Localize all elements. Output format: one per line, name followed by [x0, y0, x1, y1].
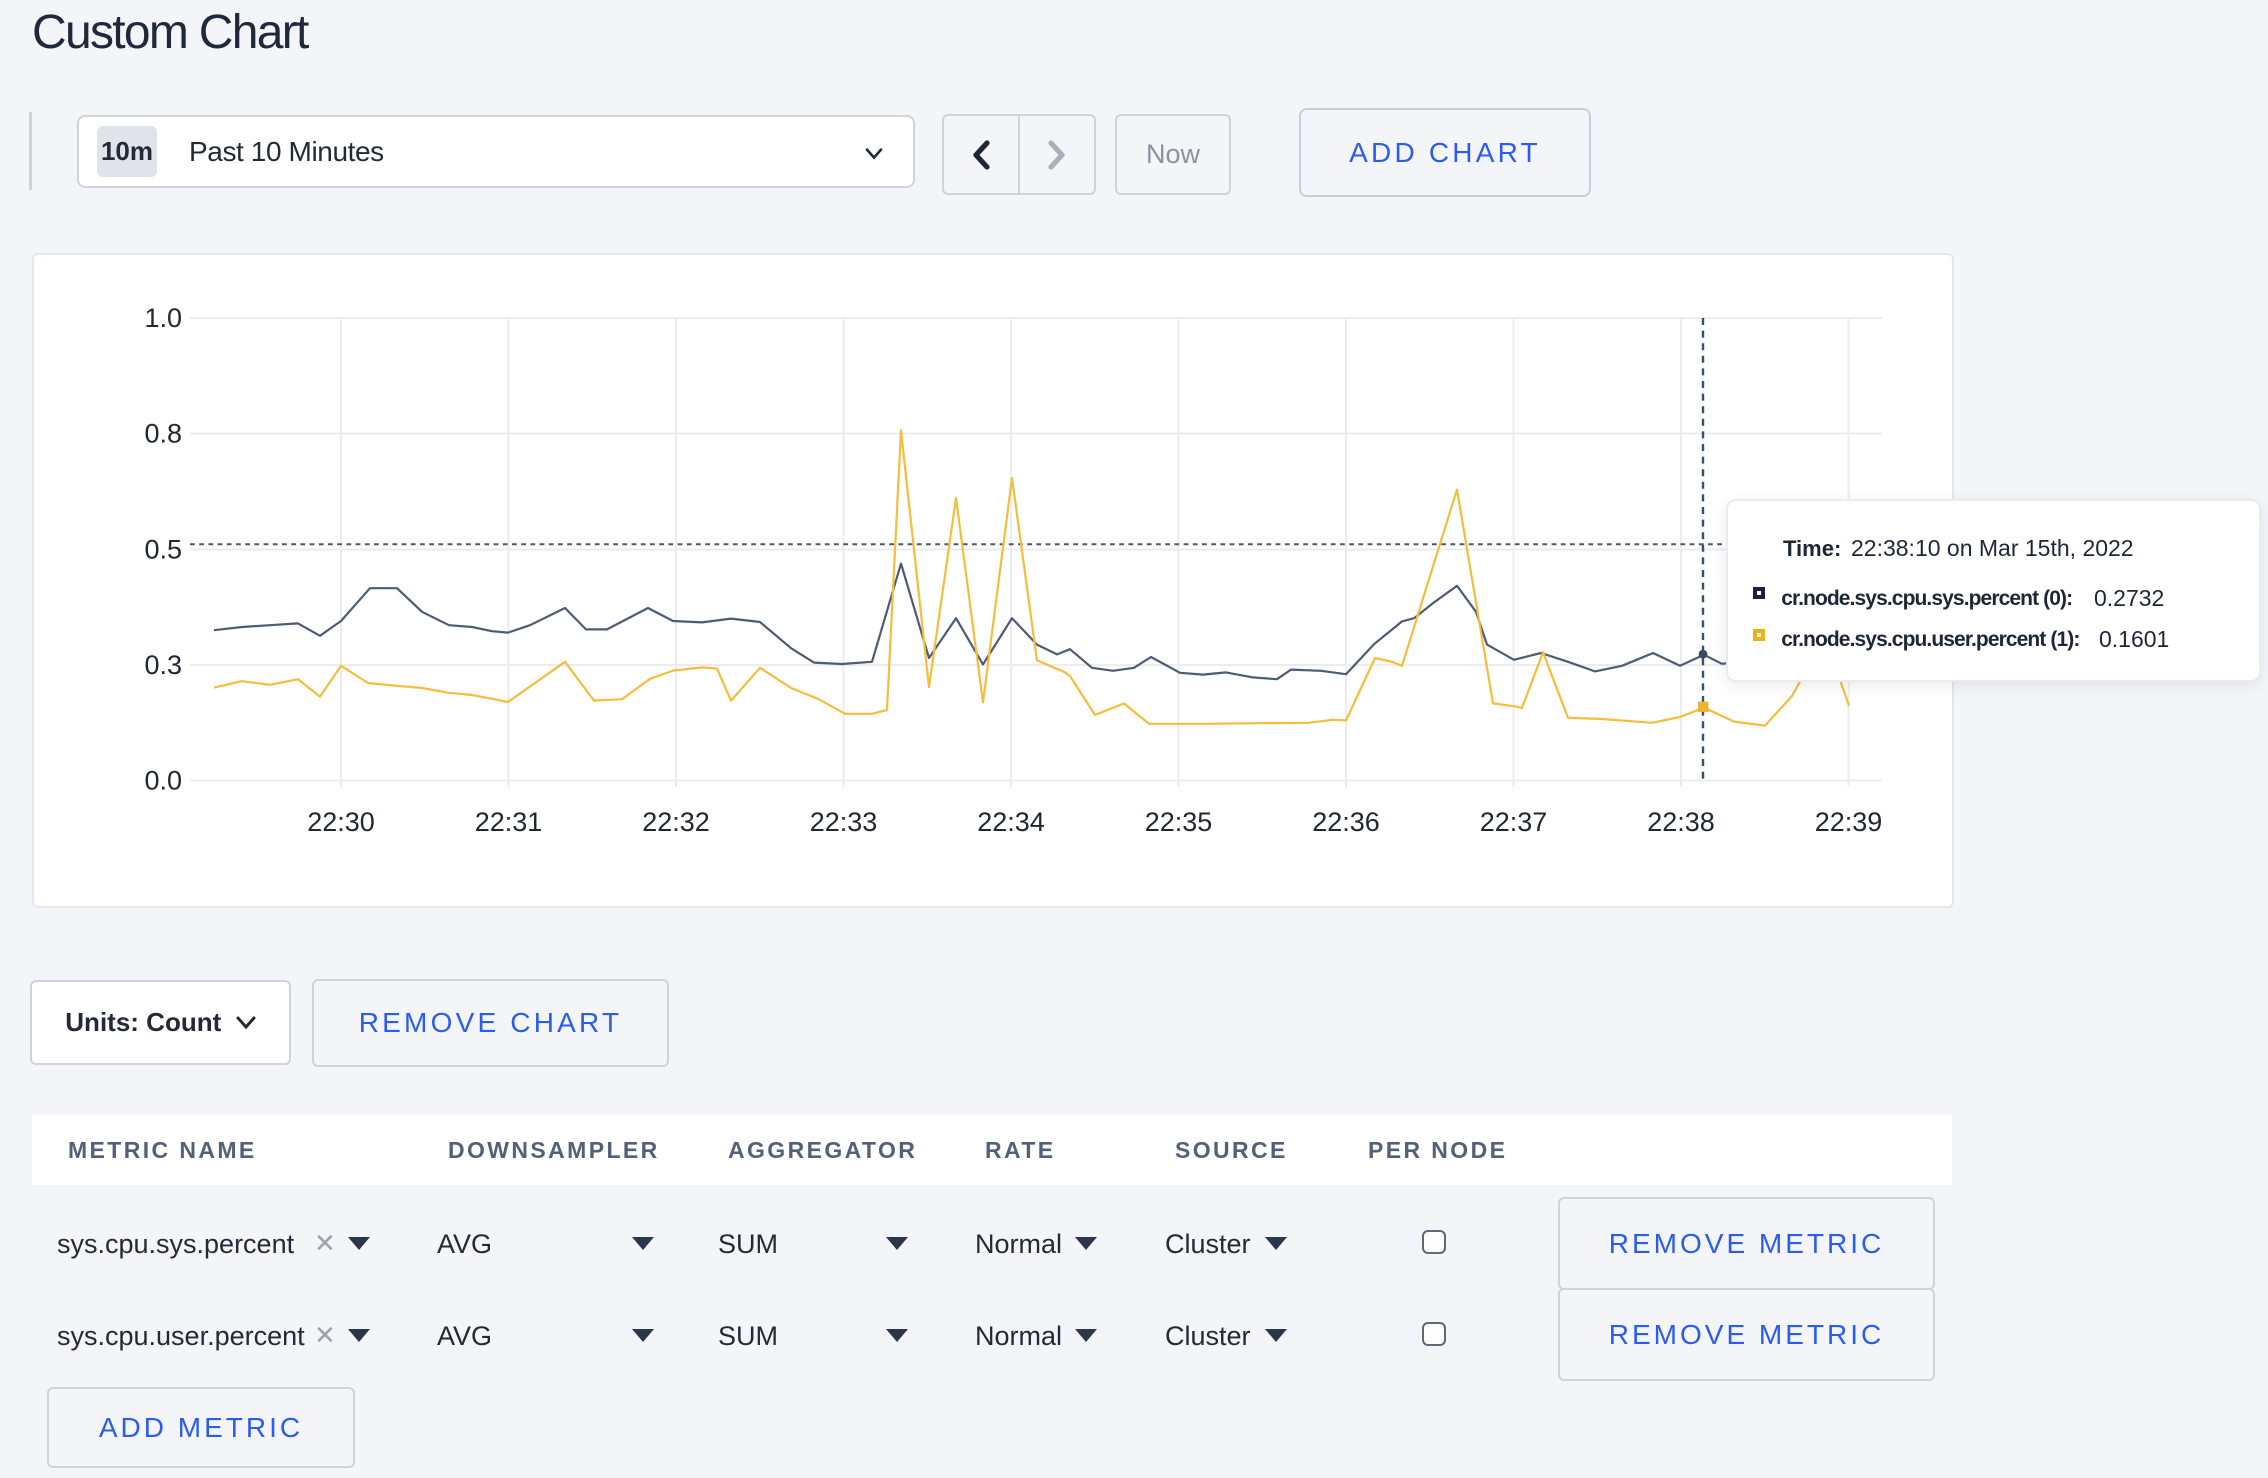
svg-text:22:32: 22:32 — [642, 807, 710, 837]
svg-text:0.8: 0.8 — [144, 419, 182, 449]
svg-text:22:35: 22:35 — [1145, 807, 1213, 837]
svg-text:22:34: 22:34 — [977, 807, 1045, 837]
svg-text:1.0: 1.0 — [144, 303, 182, 333]
svg-text:22:37: 22:37 — [1480, 807, 1548, 837]
svg-text:0.3: 0.3 — [144, 650, 182, 680]
svg-text:22:38: 22:38 — [1647, 807, 1715, 837]
svg-text:22:39: 22:39 — [1815, 807, 1883, 837]
svg-text:0.5: 0.5 — [144, 534, 182, 564]
svg-text:22:33: 22:33 — [810, 807, 878, 837]
svg-text:22:30: 22:30 — [307, 807, 375, 837]
svg-text:22:31: 22:31 — [475, 807, 543, 837]
svg-text:22:36: 22:36 — [1312, 807, 1380, 837]
svg-text:0.0: 0.0 — [144, 766, 182, 796]
